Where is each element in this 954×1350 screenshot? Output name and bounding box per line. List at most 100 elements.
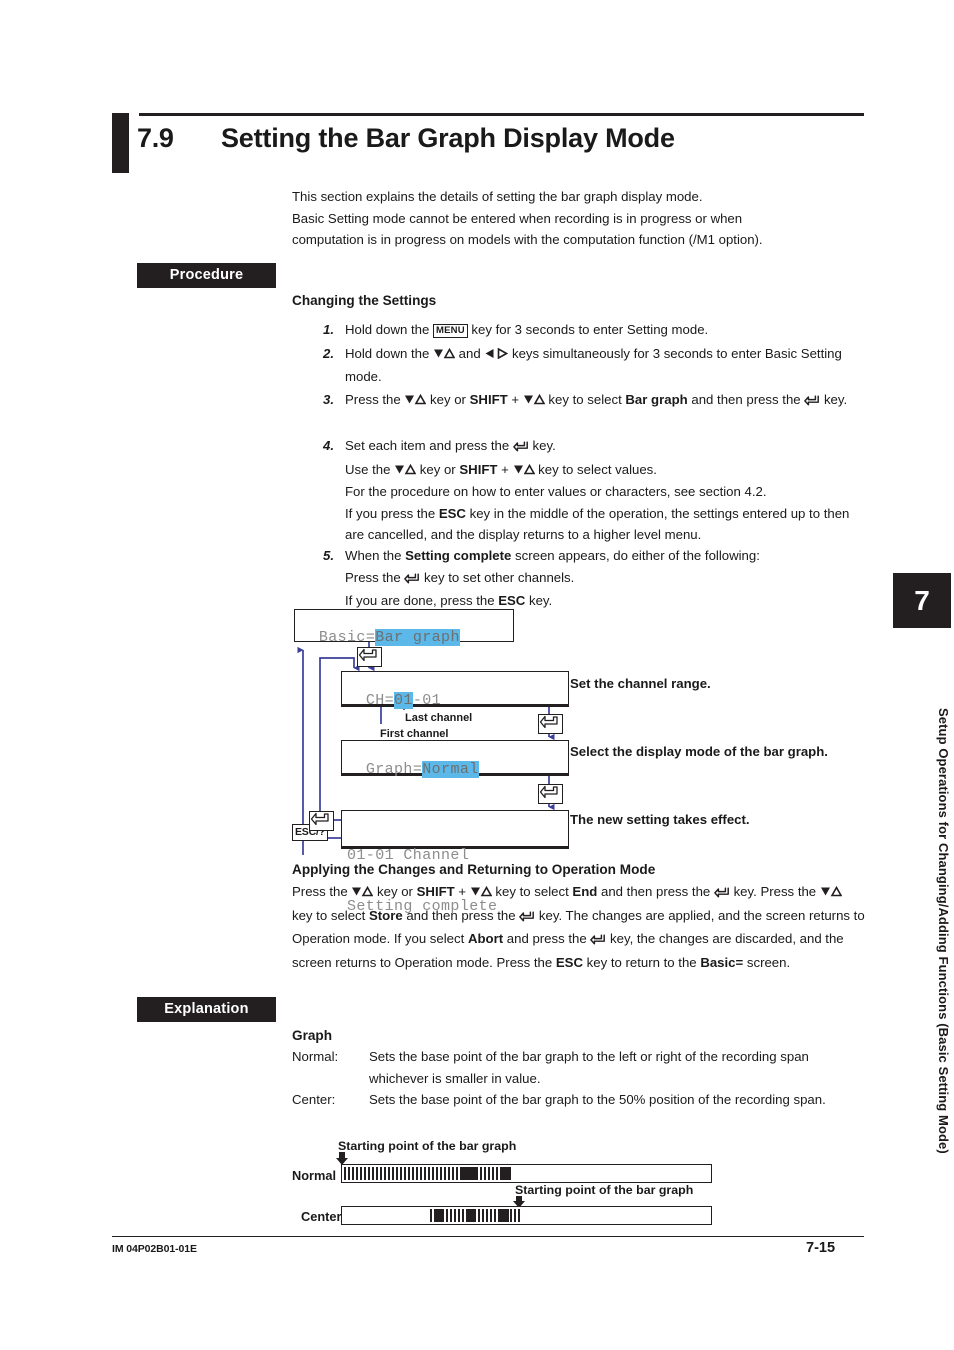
caption-starting-point-normal: Starting point of the bar graph — [338, 1139, 517, 1153]
intro-line-1: This section explains the details of set… — [292, 189, 703, 204]
footer-page-number: 7-15 — [806, 1240, 836, 1256]
step-4: 4. Set each item and press the key. Use t… — [308, 435, 868, 546]
annotation-set-channel-range: Set the channel range. — [570, 676, 711, 691]
heading-applying-changes: Applying the Changes and Returning to Op… — [292, 862, 656, 877]
enter-key-icon — [513, 437, 529, 459]
bargraph-center-fill-solid-2 — [466, 1209, 475, 1222]
step-5-number: 5. — [323, 548, 334, 563]
definition-normal-term: Normal: — [292, 1049, 339, 1064]
enter-key-icon — [538, 714, 563, 734]
intro-line-3: computation is in progress on models wit… — [292, 232, 763, 247]
emphasis: Store — [368, 907, 403, 923]
heading-graph: Graph — [292, 1028, 333, 1043]
annotation-select-display-mode: Select the display mode of the bar graph… — [570, 744, 828, 759]
lcd-screen-setting-complete: 01-01 Channel Setting complete — [341, 810, 569, 915]
emphasis: SHIFT — [469, 392, 508, 407]
step-4-number: 4. — [323, 438, 334, 453]
section-tag-explanation: Explanation — [137, 997, 276, 1022]
step-1-number: 1. — [323, 322, 334, 337]
lcd-ch-prefix: CH= — [365, 692, 395, 709]
definition-normal: Normal: Sets the base point of the bar g… — [292, 1046, 862, 1089]
lcd-ch-first: 01 — [394, 692, 413, 709]
up-down-key-icon — [820, 882, 843, 904]
definition-normal-desc: Sets the base point of the bar graph to … — [369, 1049, 809, 1086]
enter-key-icon — [357, 647, 382, 667]
emphasis: Abort — [467, 931, 504, 946]
emphasis: SHIFT — [416, 884, 455, 899]
bargraph-center-fill-solid — [434, 1209, 443, 1222]
lcd-screen-basic: Basic=Bar graph — [294, 609, 514, 646]
chapter-title-vertical: Setup Operations for Changing/Adding Fun… — [936, 708, 951, 1154]
lcd-graph-prefix: Graph= — [365, 761, 423, 778]
step-2: 2. Hold down the and keys simultaneously… — [308, 343, 868, 387]
applying-paragraph: Press the key or SHIFT + key to select E… — [292, 882, 865, 970]
heading-changing-the-settings: Changing the Settings — [292, 293, 437, 308]
annotation-new-setting-takes-effect: The new setting takes effect. — [570, 812, 750, 827]
emphasis: ESC — [498, 593, 526, 608]
emphasis: Basic= — [700, 954, 744, 970]
step-1: 1. Hold down the MENU key for 3 seconds … — [308, 319, 868, 341]
section-number: 7.9 — [137, 123, 174, 153]
title-accent-bar — [112, 113, 129, 173]
up-down-key-icon — [513, 460, 535, 482]
enter-key-icon — [804, 391, 820, 413]
label-bargraph-normal: Normal — [292, 1168, 337, 1183]
step-5-body: When the Setting complete screen appears… — [345, 548, 760, 608]
enter-key-icon — [519, 907, 535, 929]
emphasis: ESC — [555, 954, 584, 970]
lcd-basic-value: Bar graph — [375, 629, 460, 646]
step-4-body: Set each item and press the key. Use the … — [345, 437, 850, 542]
emphasis: ESC — [438, 505, 466, 521]
chapter-number-tab: 7 — [893, 573, 951, 628]
step-3: 3. Press the key or SHIFT + key to selec… — [308, 389, 868, 413]
definition-center-desc: Sets the base point of the bar graph to … — [369, 1092, 826, 1107]
emphasis: Setting complete — [405, 548, 512, 563]
enter-key-icon — [309, 811, 334, 831]
left-right-key-icon — [484, 344, 509, 366]
label-first-channel: First channel — [380, 728, 449, 740]
enter-key-icon — [590, 930, 606, 952]
up-down-key-icon — [394, 460, 417, 482]
emphasis: SHIFT — [459, 461, 498, 477]
label-bargraph-center: Center — [301, 1209, 342, 1224]
enter-key-icon — [404, 569, 420, 591]
page-title: Setting the Bar Graph Display Mode — [221, 123, 675, 153]
lcd-basic-prefix: Basic= — [318, 629, 376, 646]
bargraph-center-track — [341, 1206, 712, 1225]
step-3-number: 3. — [323, 392, 334, 407]
intro-paragraph: This section explains the details of set… — [292, 186, 872, 251]
footer-document-number: IM 04P02B01-01E — [112, 1243, 197, 1255]
up-down-key-icon — [433, 344, 456, 366]
menu-key-icon: MENU — [432, 324, 468, 338]
enter-key-icon — [714, 883, 730, 905]
emphasis: End — [572, 884, 598, 899]
bargraph-center-fill-solid-3 — [500, 1209, 509, 1222]
title-rule — [139, 113, 864, 116]
enter-key-icon — [538, 784, 563, 804]
lcd-ch-last: -01 — [412, 692, 442, 709]
lcd-screen-graph: Graph=Normal — [341, 740, 569, 778]
bargraph-normal-track — [341, 1164, 712, 1183]
step-2-number: 2. — [323, 346, 334, 361]
bargraph-normal-fill — [344, 1167, 510, 1180]
bargraph-normal-fill-tip — [502, 1167, 511, 1180]
up-down-key-icon — [404, 390, 427, 412]
step-3-body: Press the key or SHIFT + key to select B… — [345, 389, 868, 413]
intro-line-2: Basic Setting mode cannot be entered whe… — [292, 210, 743, 226]
section-tag-procedure: Procedure — [137, 263, 276, 288]
step-1-body: Hold down the MENU key for 3 seconds to … — [345, 322, 709, 338]
up-down-key-icon — [470, 882, 493, 904]
footer-rule — [112, 1236, 864, 1238]
definition-center: Center: Sets the base point of the bar g… — [292, 1089, 862, 1111]
caption-starting-point-center: Starting point of the bar graph — [515, 1183, 694, 1197]
up-down-key-icon — [351, 882, 374, 904]
up-down-key-icon — [523, 390, 546, 412]
lcd-screen-channel: CH=01-01 — [341, 671, 569, 709]
emphasis: Bar graph — [625, 392, 688, 407]
definition-center-term: Center: — [292, 1092, 336, 1107]
step-5: 5. When the Setting complete screen appe… — [308, 545, 868, 612]
label-last-channel: Last channel — [405, 712, 473, 724]
lcd-graph-value: Normal — [422, 761, 479, 778]
bargraph-normal-fill-solid — [460, 1167, 476, 1180]
step-2-body: Hold down the and keys simultaneously fo… — [345, 344, 842, 384]
